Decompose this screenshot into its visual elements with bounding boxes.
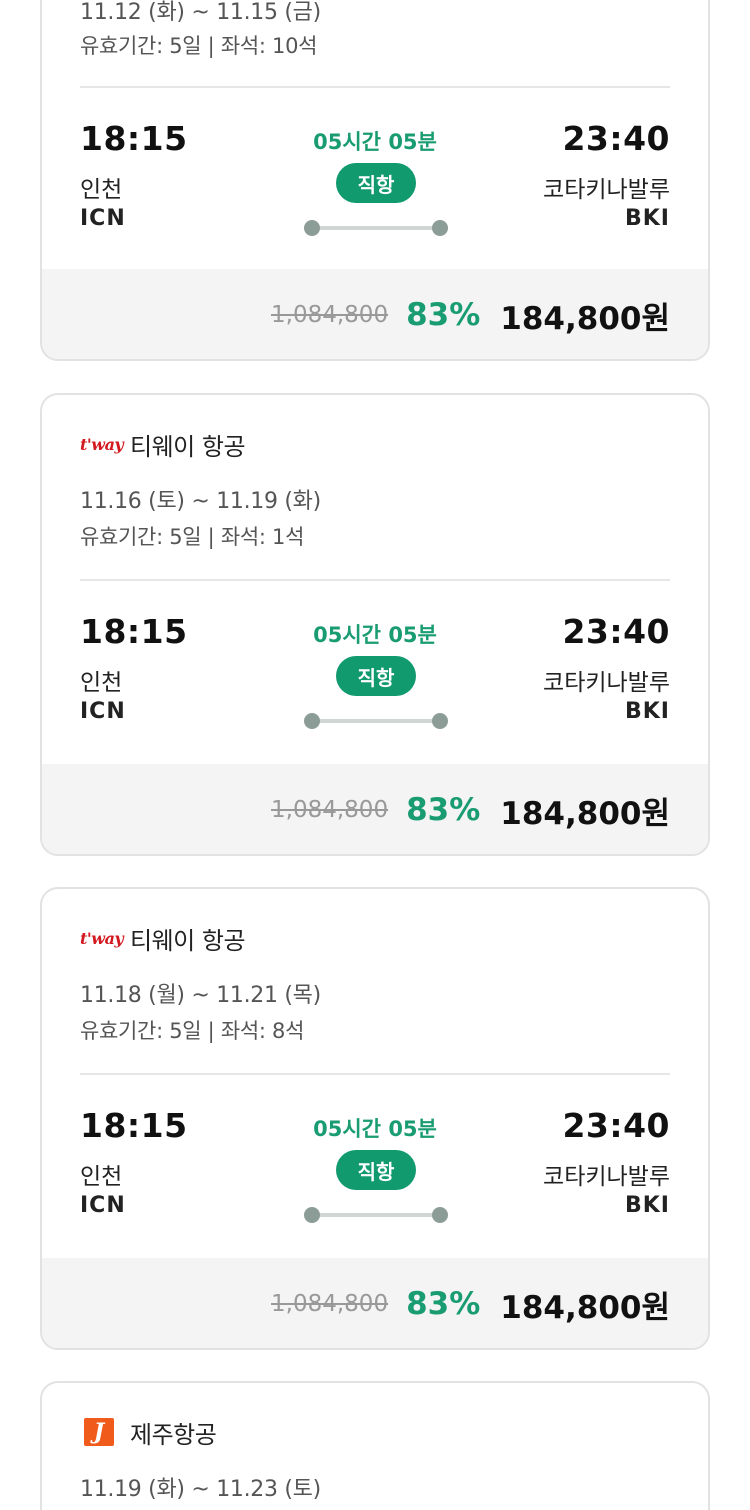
destination-dot bbox=[432, 1207, 448, 1223]
airline-row: t'way 티웨이 항공 bbox=[80, 923, 246, 955]
direct-badge: 직항 bbox=[336, 1150, 416, 1190]
travel-dates: 11.16 (토) ~ 11.19 (화) bbox=[80, 489, 321, 514]
departure-city: 인천 bbox=[80, 670, 123, 696]
jejuair-logo-icon: J bbox=[84, 1418, 114, 1446]
origin-dot bbox=[304, 713, 320, 729]
original-price: 1,084,800 bbox=[271, 1291, 389, 1317]
flight-card[interactable]: J 제주항공 11.19 (화) ~ 11.23 (토) bbox=[40, 1381, 710, 1510]
origin-dot bbox=[304, 1207, 320, 1223]
arrival-code: BKI bbox=[624, 699, 670, 724]
discount-rate: 83% bbox=[406, 297, 481, 333]
flight-card[interactable]: 11.12 (화) ~ 11.15 (금) 유효기간: 5일 | 좌석: 10석… bbox=[40, 0, 710, 361]
departure-code: ICN bbox=[80, 1193, 126, 1218]
origin-dot bbox=[304, 220, 320, 236]
route-line bbox=[304, 220, 448, 236]
original-price: 1,084,800 bbox=[271, 302, 389, 328]
discount-rate: 83% bbox=[406, 1286, 481, 1322]
arrival-code: BKI bbox=[624, 1193, 670, 1218]
price-bar: 1,084,800 83% 184,800원 bbox=[42, 1258, 708, 1348]
travel-dates: 11.18 (월) ~ 11.21 (목) bbox=[80, 983, 321, 1008]
airline-name: 제주항공 bbox=[130, 1420, 217, 1449]
departure-city: 인천 bbox=[80, 177, 123, 203]
direct-badge: 직항 bbox=[336, 656, 416, 696]
divider bbox=[80, 1073, 670, 1075]
sale-price: 184,800원 bbox=[500, 1289, 670, 1326]
airline-row: t'way 티웨이 항공 bbox=[80, 429, 246, 461]
price-bar: 1,084,800 83% 184,800원 bbox=[42, 764, 708, 854]
arrival-city: 코타키나발루 bbox=[543, 1164, 670, 1190]
sale-price: 184,800원 bbox=[500, 795, 670, 832]
arrival-code: BKI bbox=[624, 206, 670, 231]
validity-seats: 유효기간: 5일 | 좌석: 8석 bbox=[80, 1019, 305, 1043]
sale-price: 184,800원 bbox=[500, 300, 670, 337]
validity-seats: 유효기간: 5일 | 좌석: 10석 bbox=[80, 34, 318, 58]
arrival-city: 코타키나발루 bbox=[543, 177, 670, 203]
route-line bbox=[304, 713, 448, 729]
destination-dot bbox=[432, 220, 448, 236]
departure-code: ICN bbox=[80, 206, 126, 231]
departure-code: ICN bbox=[80, 699, 126, 724]
direct-badge: 직항 bbox=[336, 163, 416, 203]
arrival-time: 23:40 bbox=[562, 612, 670, 651]
flight-card[interactable]: t'way 티웨이 항공 11.18 (월) ~ 11.21 (목) 유효기간:… bbox=[40, 887, 710, 1350]
airline-name: 티웨이 항공 bbox=[130, 926, 246, 955]
flight-card[interactable]: t'way 티웨이 항공 11.16 (토) ~ 11.19 (화) 유효기간:… bbox=[40, 393, 710, 856]
price-bar: 1,084,800 83% 184,800원 bbox=[42, 269, 708, 359]
travel-dates: 11.19 (화) ~ 11.23 (토) bbox=[80, 1477, 321, 1502]
tway-logo-icon: t'way bbox=[80, 928, 124, 948]
airline-name: 티웨이 항공 bbox=[130, 432, 246, 461]
tway-logo-icon: t'way bbox=[80, 434, 124, 454]
travel-dates: 11.12 (화) ~ 11.15 (금) bbox=[80, 0, 321, 25]
arrival-time: 23:40 bbox=[562, 1106, 670, 1145]
divider bbox=[80, 86, 670, 88]
validity-seats: 유효기간: 5일 | 좌석: 1석 bbox=[80, 525, 305, 549]
original-price: 1,084,800 bbox=[271, 797, 389, 823]
arrival-time: 23:40 bbox=[562, 119, 670, 158]
divider bbox=[80, 579, 670, 581]
discount-rate: 83% bbox=[406, 792, 481, 828]
route-line bbox=[304, 1207, 448, 1223]
destination-dot bbox=[432, 713, 448, 729]
departure-city: 인천 bbox=[80, 1164, 123, 1190]
airline-row: J 제주항공 bbox=[80, 1417, 217, 1449]
arrival-city: 코타키나발루 bbox=[543, 670, 670, 696]
